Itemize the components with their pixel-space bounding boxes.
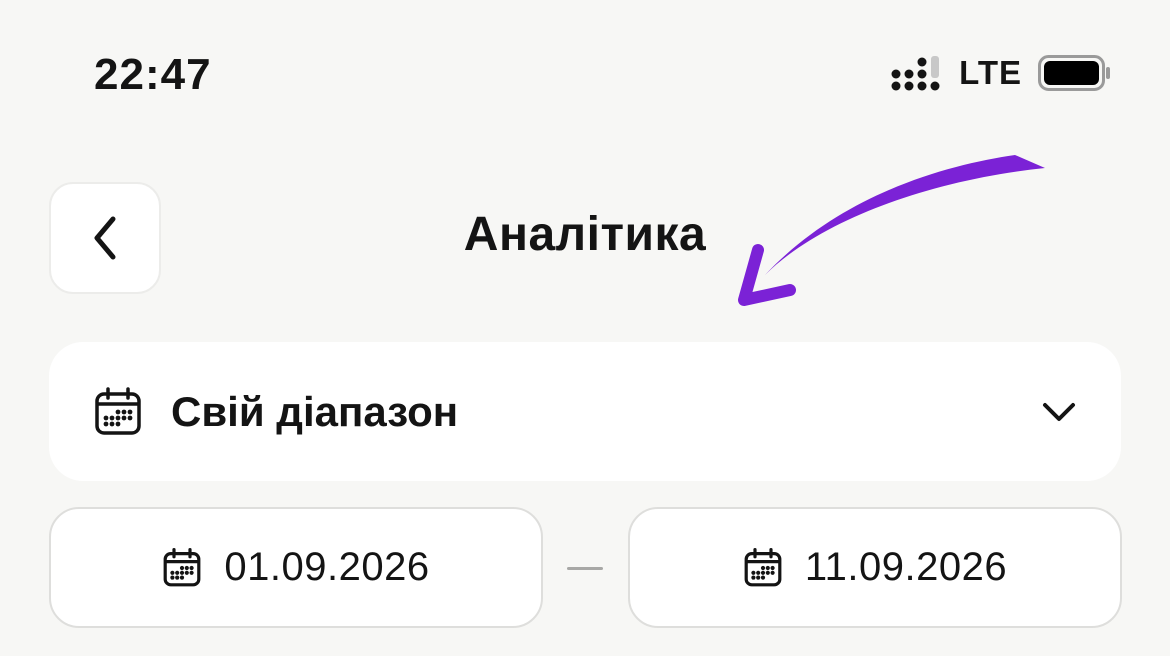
date-range-label: Свій діапазон	[171, 387, 459, 435]
annotation-arrow-icon	[738, 155, 1045, 306]
signal-icon	[891, 56, 940, 91]
status-indicators: LTE	[891, 54, 1112, 92]
date-range-dropdown[interactable]: Свій діапазон	[49, 342, 1121, 481]
calendar-icon	[163, 547, 201, 586]
calendar-icon	[95, 386, 141, 435]
status-time: 22:47	[94, 50, 212, 99]
calendar-icon	[744, 547, 782, 586]
date-range-separator	[567, 567, 603, 570]
analytics-screen: 22:47 LTE Аналітика Свій діапазон 01.09.…	[0, 0, 1170, 656]
end-date-field[interactable]: 11.09.2026	[628, 507, 1122, 628]
start-date-field[interactable]: 01.09.2026	[49, 507, 543, 628]
battery-icon	[1038, 55, 1110, 91]
chevron-down-icon	[1043, 402, 1075, 421]
end-date-value: 11.09.2026	[804, 545, 1008, 589]
start-date-value: 01.09.2026	[224, 545, 430, 589]
network-label: LTE	[959, 54, 1022, 91]
